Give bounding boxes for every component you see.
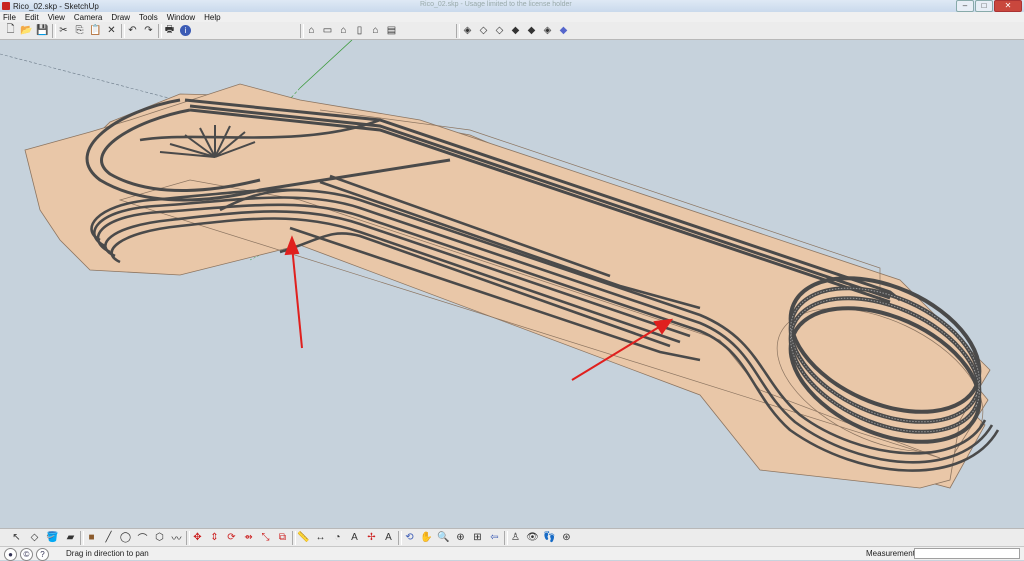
make-component-icon[interactable]: ◇	[28, 531, 41, 544]
open-file-icon[interactable]: 📂	[20, 24, 33, 37]
zoom-tool-icon[interactable]: 🔍	[437, 531, 450, 544]
redo-icon[interactable]: ↷	[142, 24, 155, 37]
zoom-window-icon[interactable]: ⊕	[454, 531, 467, 544]
axes-tool-icon[interactable]: ✢	[365, 531, 378, 544]
cut-icon[interactable]: ✂	[57, 24, 70, 37]
walk-tool-icon[interactable]: 👣	[543, 531, 556, 544]
pan-tool-icon[interactable]: ✋	[420, 531, 433, 544]
top-view-icon[interactable]: ▭	[321, 24, 334, 37]
freehand-tool-icon[interactable]: 〰	[170, 531, 183, 545]
tool-palette: ↖ ◇ 🪣 ▰ ■ ╱ ◯ ⌒ ⬡ 〰 ✥ ⇕ ⟳ ⇴ ⤡ ⧉ 📏 ↔ ◔ A …	[0, 528, 1024, 546]
new-file-icon[interactable]: 🗋	[4, 24, 17, 37]
rotate-tool-icon[interactable]: ⟳	[225, 531, 238, 544]
modeling-viewport[interactable]	[0, 40, 1024, 528]
window-title: Rico_02.skp - SketchUp	[13, 1, 99, 11]
measurements-input[interactable]	[914, 548, 1020, 559]
copy-icon[interactable]: ⎘	[73, 24, 86, 37]
menu-window[interactable]: Window	[167, 13, 195, 22]
scale-tool-icon[interactable]: ⤡	[259, 531, 272, 544]
position-camera-icon[interactable]: ♙	[509, 531, 522, 544]
right-view-icon[interactable]: ▯	[353, 24, 366, 37]
push-pull-tool-icon[interactable]: ⇕	[208, 531, 221, 544]
left-view-icon[interactable]: ▤	[385, 24, 398, 37]
arc-tool-icon[interactable]: ⌒	[136, 531, 149, 545]
measurements-label: Measurements	[866, 549, 919, 558]
orbit-tool-icon[interactable]: ⟲	[403, 531, 416, 544]
move-tool-icon[interactable]: ✥	[191, 531, 204, 544]
rectangle-tool-icon[interactable]: ■	[85, 531, 98, 544]
hidden-line-style-icon[interactable]: ◇	[493, 24, 506, 37]
menu-camera[interactable]: Camera	[74, 13, 102, 22]
3d-text-icon[interactable]: A	[382, 531, 395, 544]
section-plane-icon[interactable]: ⊛	[560, 531, 573, 544]
minimize-button[interactable]: –	[956, 0, 974, 12]
text-tool-icon[interactable]: A	[348, 531, 361, 544]
front-view-icon[interactable]: ⌂	[337, 24, 350, 37]
close-button[interactable]: ✕	[994, 0, 1022, 12]
menu-file[interactable]: File	[3, 13, 16, 22]
tape-measure-icon[interactable]: 📏	[297, 531, 310, 544]
monochrome-style-icon[interactable]: ◈	[541, 24, 554, 37]
offset-tool-icon[interactable]: ⧉	[276, 531, 289, 544]
help-icon[interactable]: ?	[36, 548, 49, 561]
menu-edit[interactable]: Edit	[25, 13, 39, 22]
model-info-icon[interactable]: i	[180, 25, 191, 36]
eraser-icon[interactable]: ▰	[64, 531, 77, 544]
green-axis	[299, 40, 353, 89]
previous-view-icon[interactable]: ⇦	[488, 531, 501, 544]
undo-icon[interactable]: ↶	[126, 24, 139, 37]
status-hint: Drag in direction to pan	[66, 549, 149, 558]
wireframe-style-icon[interactable]: ◇	[477, 24, 490, 37]
paste-icon[interactable]: 📋	[89, 24, 102, 37]
menu-draw[interactable]: Draw	[111, 13, 130, 22]
dimension-tool-icon[interactable]: ↔	[314, 531, 327, 544]
polygon-tool-icon[interactable]: ⬡	[153, 531, 166, 544]
shaded-style-icon[interactable]: ◆	[509, 24, 522, 37]
model-scene	[0, 40, 1000, 489]
menu-tools[interactable]: Tools	[139, 13, 158, 22]
title-bar: Rico_02.skp - SketchUp Rico_02.skp - Usa…	[0, 0, 1024, 12]
standard-toolbar: 🗋 📂 💾 ✂ ⎘ 📋 ✕ ↶ ↷ 🖶 i ⌂ ▭ ⌂ ▯ ⌂ ▤ ◈ ◇ ◇ …	[0, 22, 1024, 40]
menu-view[interactable]: View	[48, 13, 65, 22]
iso-view-icon[interactable]: ⌂	[305, 24, 318, 37]
print-icon[interactable]: 🖶	[163, 24, 176, 37]
maximize-button[interactable]: □	[975, 0, 993, 12]
line-tool-icon[interactable]: ╱	[102, 531, 115, 544]
menu-help[interactable]: Help	[204, 13, 220, 22]
xray-style-icon[interactable]: ◈	[461, 24, 474, 37]
protractor-icon[interactable]: ◔	[331, 531, 344, 544]
zoom-extents-icon[interactable]: ⊞	[471, 531, 484, 544]
geo-location-icon[interactable]: ●	[4, 548, 17, 561]
erase-icon[interactable]: ✕	[105, 24, 118, 37]
red-arrow-left	[291, 245, 303, 349]
credits-icon[interactable]: ©	[20, 548, 33, 561]
save-icon[interactable]: 💾	[36, 24, 49, 37]
shaded-textures-style-icon[interactable]: ◆	[525, 24, 538, 37]
status-bar: ● © ? Drag in direction to pan Measureme…	[0, 546, 1024, 561]
component-icon[interactable]: ◆	[557, 24, 570, 37]
select-tool-icon[interactable]: ↖	[10, 531, 23, 544]
follow-me-tool-icon[interactable]: ⇴	[242, 531, 255, 544]
circle-tool-icon[interactable]: ◯	[119, 531, 132, 544]
back-view-icon[interactable]: ⌂	[369, 24, 382, 37]
menu-bar: File Edit View Camera Draw Tools Window …	[0, 12, 1024, 22]
look-around-icon[interactable]: 👁	[526, 531, 539, 544]
window-caption: Rico_02.skp - Usage limited to the licen…	[420, 1, 572, 8]
paint-bucket-icon[interactable]: 🪣	[46, 531, 59, 544]
sketchup-logo-icon	[2, 2, 10, 10]
